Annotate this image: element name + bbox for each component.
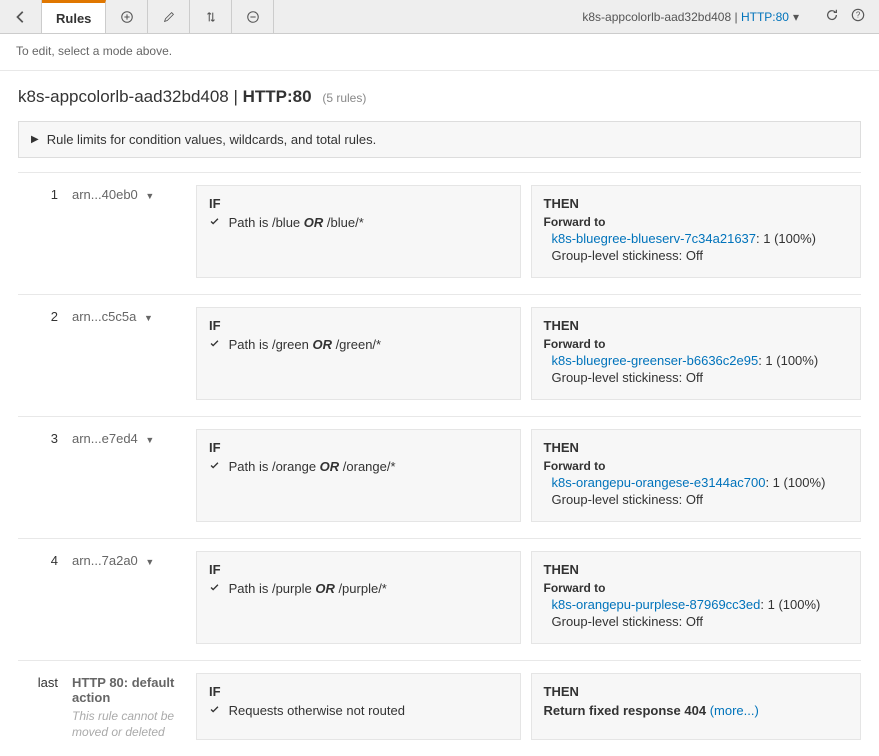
rule-row: 3arn...e7ed4 ▼IF Path is /orange OR /ora… bbox=[18, 416, 861, 538]
breadcrumb-listener[interactable]: HTTP:80 bbox=[741, 10, 789, 24]
target-group-link[interactable]: k8s-orangepu-orangese-e3144ac700 bbox=[552, 475, 766, 490]
check-icon bbox=[209, 581, 221, 596]
if-panel: IF Path is /purple OR /purple/* bbox=[196, 551, 521, 644]
page-title: k8s-appcolorlb-aad32bd408 | HTTP:80 (5 r… bbox=[0, 71, 879, 117]
if-panel: IF Requests otherwise not routed bbox=[196, 673, 521, 740]
rule-arn-dropdown[interactable]: arn...c5c5a ▼ bbox=[72, 307, 192, 400]
back-button[interactable] bbox=[0, 0, 42, 33]
caret-down-icon: ▼ bbox=[145, 191, 154, 201]
if-panel: IF Path is /blue OR /blue/* bbox=[196, 185, 521, 278]
rule-row-default: lastHTTP 80: default actionThis rule can… bbox=[18, 660, 861, 756]
target-group-link[interactable]: k8s-bluegree-greenser-b6636c2e95 bbox=[552, 353, 759, 368]
limits-text: Rule limits for condition values, wildca… bbox=[47, 132, 376, 147]
rule-arn-dropdown[interactable]: arn...40eb0 ▼ bbox=[72, 185, 192, 278]
rule-row: 2arn...c5c5a ▼IF Path is /green OR /gree… bbox=[18, 294, 861, 416]
caret-right-icon: ▶ bbox=[31, 134, 39, 145]
more-link[interactable]: (more...) bbox=[710, 703, 759, 718]
tab-rules[interactable]: Rules bbox=[42, 0, 106, 33]
rules-list: 1arn...40eb0 ▼IF Path is /blue OR /blue/… bbox=[18, 172, 861, 756]
rule-index: 2 bbox=[18, 307, 68, 400]
breadcrumb: k8s-appcolorlb-aad32bd408 | HTTP:80 ▾ bbox=[570, 0, 811, 33]
rule-limits-expander[interactable]: ▶ Rule limits for condition values, wild… bbox=[18, 121, 861, 158]
check-icon bbox=[209, 703, 221, 718]
edit-rule-button[interactable] bbox=[148, 0, 190, 33]
rule-arn-dropdown[interactable]: arn...e7ed4 ▼ bbox=[72, 429, 192, 522]
caret-down-icon: ▼ bbox=[145, 435, 154, 445]
target-group-link[interactable]: k8s-orangepu-purplese-87969cc3ed bbox=[552, 597, 761, 612]
delete-rule-button[interactable] bbox=[232, 0, 274, 33]
rule-index: last bbox=[18, 673, 68, 740]
rule-row: 1arn...40eb0 ▼IF Path is /blue OR /blue/… bbox=[18, 172, 861, 294]
then-panel: THENForward tok8s-orangepu-purplese-8796… bbox=[531, 551, 862, 644]
toolbar: Rules k8s-appcolorlb-aad32bd408 | HTTP:8… bbox=[0, 0, 879, 34]
rule-arn-dropdown[interactable]: arn...7a2a0 ▼ bbox=[72, 551, 192, 644]
refresh-icon[interactable] bbox=[825, 8, 839, 25]
rule-index: 3 bbox=[18, 429, 68, 522]
rule-row: 4arn...7a2a0 ▼IF Path is /purple OR /pur… bbox=[18, 538, 861, 660]
caret-down-icon: ▼ bbox=[145, 557, 154, 567]
rule-index: 4 bbox=[18, 551, 68, 644]
check-icon bbox=[209, 337, 221, 352]
reorder-button[interactable] bbox=[190, 0, 232, 33]
breadcrumb-lb: k8s-appcolorlb-aad32bd408 bbox=[582, 10, 731, 24]
if-panel: IF Path is /orange OR /orange/* bbox=[196, 429, 521, 522]
help-icon[interactable]: ? bbox=[851, 8, 865, 25]
svg-text:?: ? bbox=[856, 11, 861, 20]
target-group-link[interactable]: k8s-bluegree-blueserv-7c34a21637 bbox=[552, 231, 757, 246]
caret-down-icon: ▼ bbox=[144, 313, 153, 323]
then-panel: THENForward tok8s-orangepu-orangese-e314… bbox=[531, 429, 862, 522]
edit-hint: To edit, select a mode above. bbox=[0, 34, 879, 71]
then-panel: THENForward tok8s-bluegree-blueserv-7c34… bbox=[531, 185, 862, 278]
if-panel: IF Path is /green OR /green/* bbox=[196, 307, 521, 400]
rule-index: 1 bbox=[18, 185, 68, 278]
add-rule-button[interactable] bbox=[106, 0, 148, 33]
check-icon bbox=[209, 215, 221, 230]
chevron-down-icon[interactable]: ▾ bbox=[793, 10, 799, 24]
tab-label: Rules bbox=[56, 11, 91, 26]
check-icon bbox=[209, 459, 221, 474]
then-panel: THENForward tok8s-bluegree-greenser-b663… bbox=[531, 307, 862, 400]
default-rule-meta: HTTP 80: default actionThis rule cannot … bbox=[72, 673, 192, 740]
rule-count: (5 rules) bbox=[322, 91, 366, 105]
then-panel: THENReturn fixed response 404 (more...) bbox=[531, 673, 862, 740]
